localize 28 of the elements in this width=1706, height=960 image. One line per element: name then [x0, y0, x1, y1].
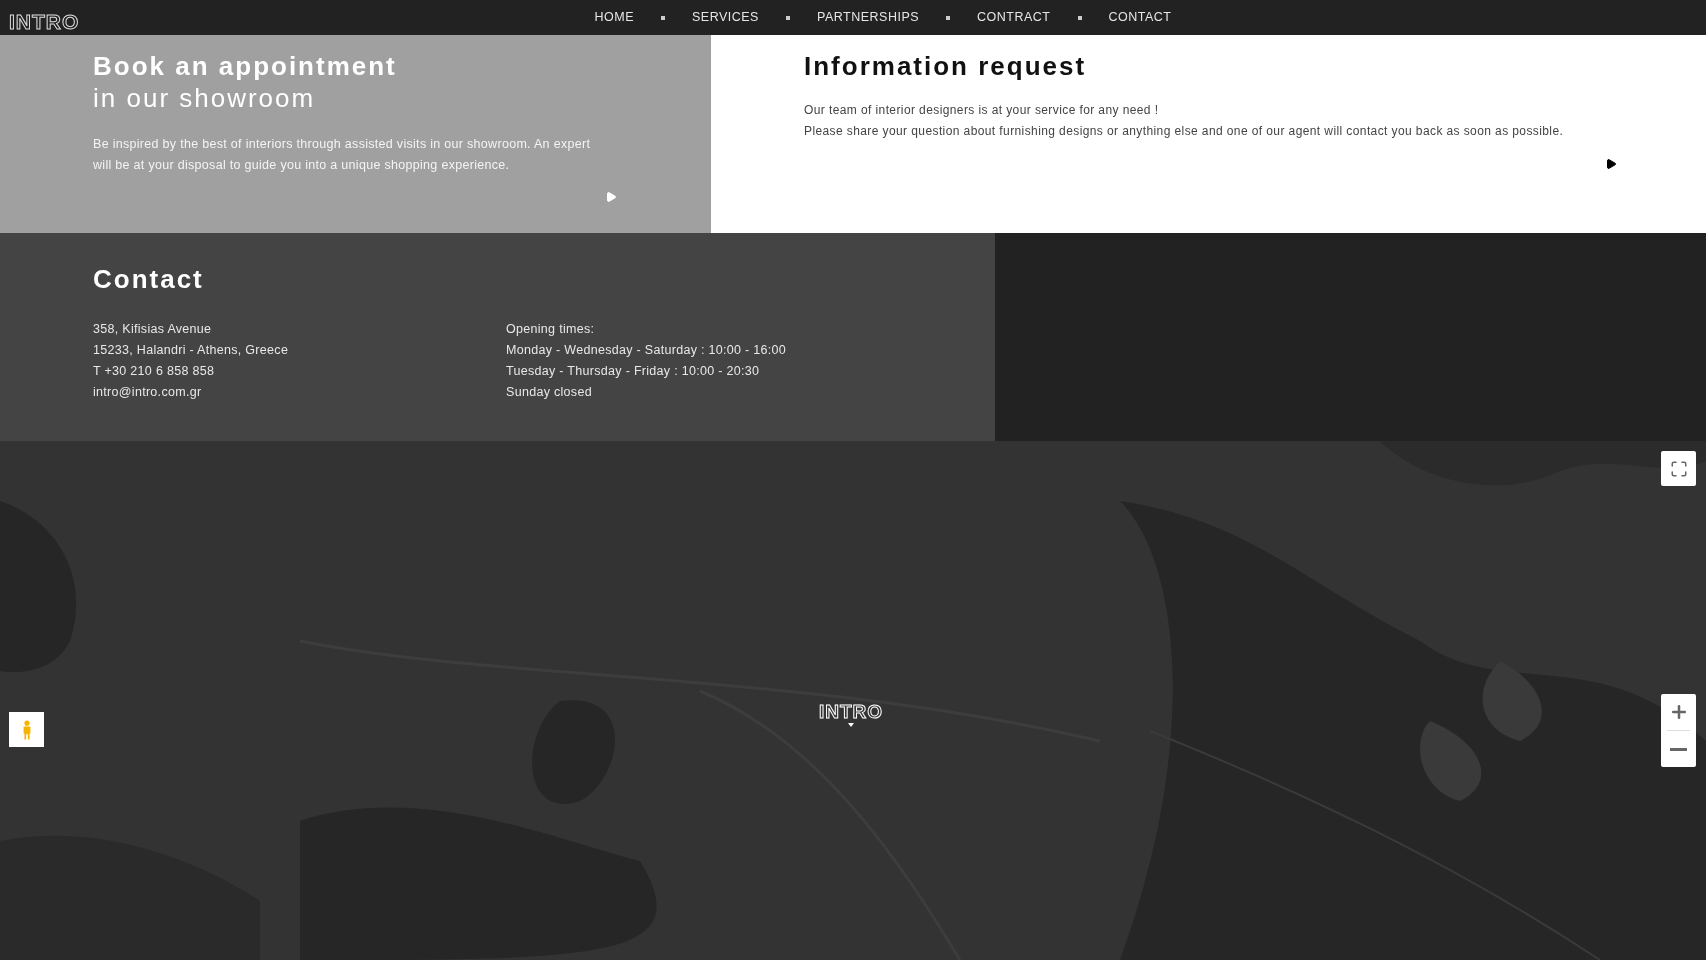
contact-title: Contact: [93, 263, 205, 295]
hours-line: Tuesday - Thursday - Friday : 10:00 - 20:30: [506, 363, 761, 380]
play-icon[interactable]: [1605, 158, 1617, 170]
minus-icon: [1670, 747, 1687, 751]
nav-link[interactable]: HOME: [594, 8, 634, 27]
logo[interactable]: INTRO: [9, 6, 80, 38]
marker-pointer-icon: [848, 723, 855, 727]
hours-line: Sunday closed: [506, 384, 593, 401]
information-title: Information request: [804, 50, 1088, 82]
information-text: Please share your question about furnishing designs or anything else and one of our agent will contact you back as soon as possible.: [804, 123, 1565, 140]
address-line: T +30 210 6 858 858: [93, 363, 216, 380]
map[interactable]: INTRO: [0, 441, 1706, 960]
fullscreen-button[interactable]: [1661, 451, 1696, 486]
nav-link[interactable]: PARTNERSHIPS: [816, 8, 920, 27]
appointment-title: Book an appointment: [93, 50, 398, 82]
nav-link[interactable]: CONTRACT: [977, 8, 1051, 27]
address-line: 358, Kifisias Avenue: [93, 321, 213, 338]
fullscreen-icon: [1669, 459, 1688, 478]
address-line: 15233, Halandri - Athens, Greece: [93, 342, 290, 359]
hours-line: Opening times:: [506, 321, 596, 338]
map-marker[interactable]: INTRO: [819, 701, 884, 723]
appointment-text: Be inspired by the best of interiors through assisted visits in our showroom. An expert will be at your disposal to guide you into a unique shopping experience.: [93, 136, 592, 174]
appointment-subtitle: in our showroom: [93, 82, 317, 114]
information-text: Our team of interior designers is at your service for any need !: [804, 102, 1160, 119]
address-line: intro@intro.com.gr: [93, 384, 203, 401]
nav-link[interactable]: SERVICES: [691, 8, 759, 27]
hours-line: Monday - Wednesday - Saturday : 10:00 - 16:00: [506, 342, 787, 359]
nav-link[interactable]: CONTACT: [1108, 8, 1172, 27]
